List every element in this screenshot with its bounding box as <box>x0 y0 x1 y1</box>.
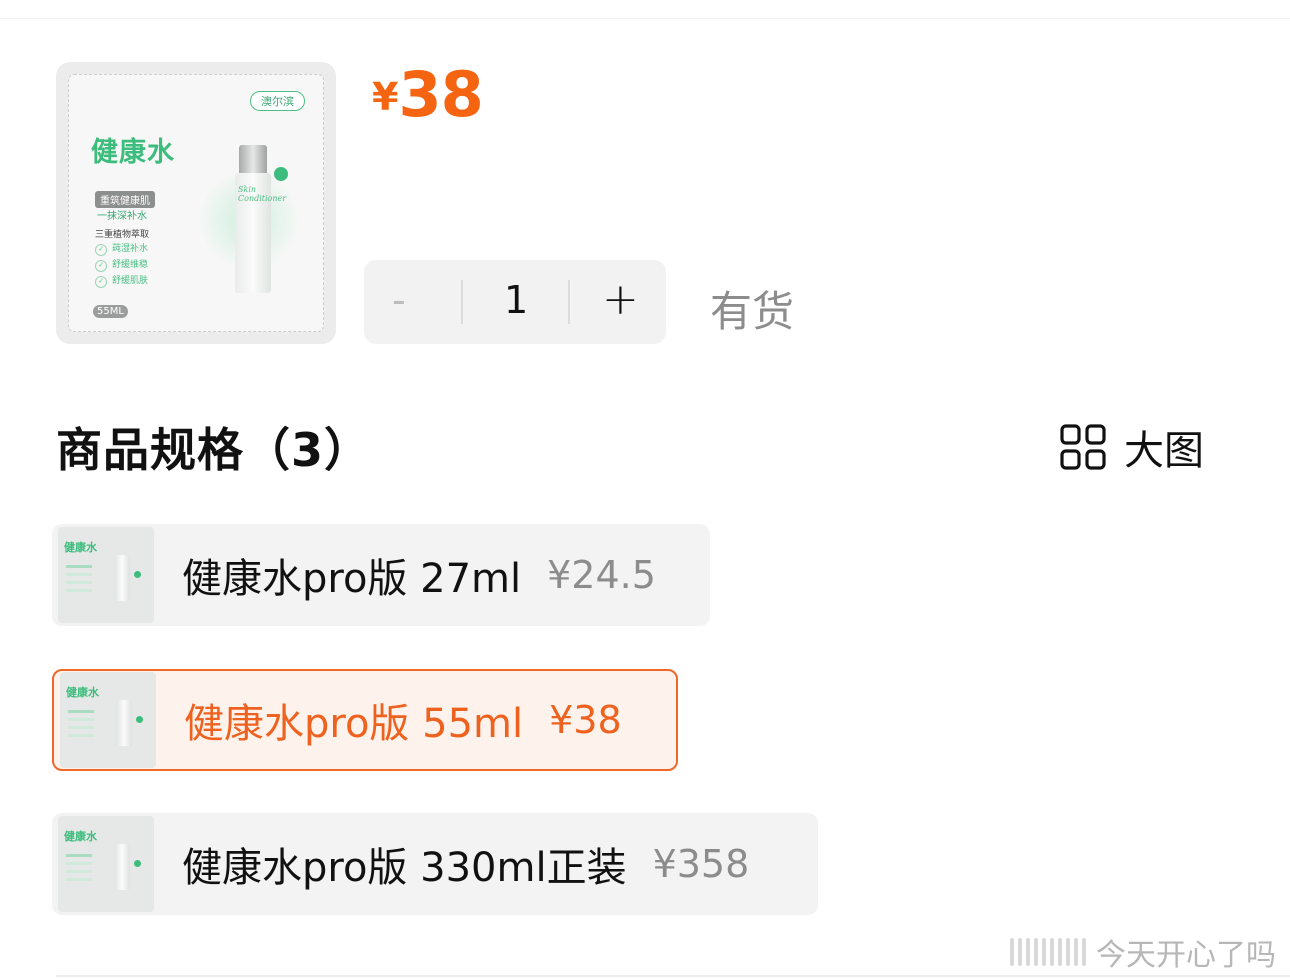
thumb-dot <box>134 571 141 578</box>
spec-thumbnail: 健康水 <box>58 816 154 912</box>
thumb-bottle <box>114 844 130 890</box>
thumb-lines <box>68 710 94 713</box>
bullet-item: 舒缓肌肤 <box>95 273 148 289</box>
spec-option-55ml[interactable]: 健康水 健康水pro版 55ml ¥38 <box>52 669 678 771</box>
green-dot <box>274 167 288 181</box>
quantity-stepper: - 1 + <box>364 260 666 344</box>
thumb-headline: 健康水 <box>64 830 97 843</box>
large-image-toggle[interactable]: 大图 <box>1060 418 1204 476</box>
bottle-label: Skin Conditioner <box>238 185 287 203</box>
thumb-lines <box>66 854 92 857</box>
watermark-bars <box>1010 938 1090 966</box>
spec-section-title: 商品规格（3） <box>56 423 372 477</box>
top-divider <box>0 18 1290 19</box>
bullet-item: 莼湿补水 <box>95 241 148 257</box>
spec-option-27ml[interactable]: 健康水 健康水pro版 27ml ¥24.5 <box>52 524 710 626</box>
grid-icon <box>1060 424 1106 470</box>
stock-status: 有货 <box>710 287 795 336</box>
product-image-pill: 重筑健康肌 <box>95 191 155 208</box>
product-image-subtitle: 一抹深补水 <box>97 211 147 222</box>
price-value: 38 <box>398 58 483 131</box>
spec-option-name: 健康水pro版 27ml <box>182 556 522 602</box>
spec-option-330ml[interactable]: 健康水 健康水pro版 330ml正装 ¥358 <box>52 813 818 915</box>
thumb-dot <box>136 716 143 723</box>
thumb-headline: 健康水 <box>64 541 97 554</box>
spec-thumbnail: 健康水 <box>58 527 154 623</box>
increase-button[interactable]: + <box>602 274 639 325</box>
product-image-bullets: 莼湿补水 舒缓维稳 舒缓肌肤 <box>95 241 148 289</box>
bottle-cap <box>239 145 267 173</box>
thumb-lines <box>66 565 92 568</box>
product-image-section: 三重植物萃取 <box>95 230 150 240</box>
thumb-dot <box>134 860 141 867</box>
quantity-value[interactable]: 1 <box>504 278 528 322</box>
stepper-divider <box>568 280 570 324</box>
thumb-bottle <box>116 700 132 746</box>
size-tag: 55ML <box>93 305 128 318</box>
thumb-headline: 健康水 <box>66 686 99 699</box>
spec-option-price: ¥358 <box>652 842 750 886</box>
product-price: ¥38 <box>372 58 484 131</box>
decrease-button[interactable]: - <box>392 278 406 322</box>
spec-option-price: ¥24.5 <box>547 553 656 597</box>
large-image-label: 大图 <box>1124 428 1204 474</box>
watermark-text: 今天开心了吗 <box>1096 938 1276 973</box>
bottle-illustration: Skin Conditioner <box>235 145 286 293</box>
price-currency: ¥ <box>372 75 399 119</box>
stepper-divider <box>461 280 463 324</box>
product-image[interactable]: 澳尔滨 健康水 重筑健康肌 一抹深补水 三重植物萃取 莼湿补水 舒缓维稳 舒缓肌… <box>56 62 336 344</box>
spec-thumbnail: 健康水 <box>60 672 156 768</box>
bottom-divider <box>56 975 1290 977</box>
spec-option-name: 健康水pro版 55ml <box>184 701 524 747</box>
thumb-bottle <box>114 555 130 601</box>
spec-option-name: 健康水pro版 330ml正装 <box>182 845 627 891</box>
product-image-card: 澳尔滨 健康水 重筑健康肌 一抹深补水 三重植物萃取 莼湿补水 舒缓维稳 舒缓肌… <box>68 74 324 332</box>
bullet-item: 舒缓维稳 <box>95 257 148 273</box>
spec-option-price: ¥38 <box>549 698 622 742</box>
brand-tag: 澳尔滨 <box>250 91 305 111</box>
product-image-headline: 健康水 <box>91 137 175 168</box>
watermark: 今天开心了吗 <box>1010 930 1276 974</box>
